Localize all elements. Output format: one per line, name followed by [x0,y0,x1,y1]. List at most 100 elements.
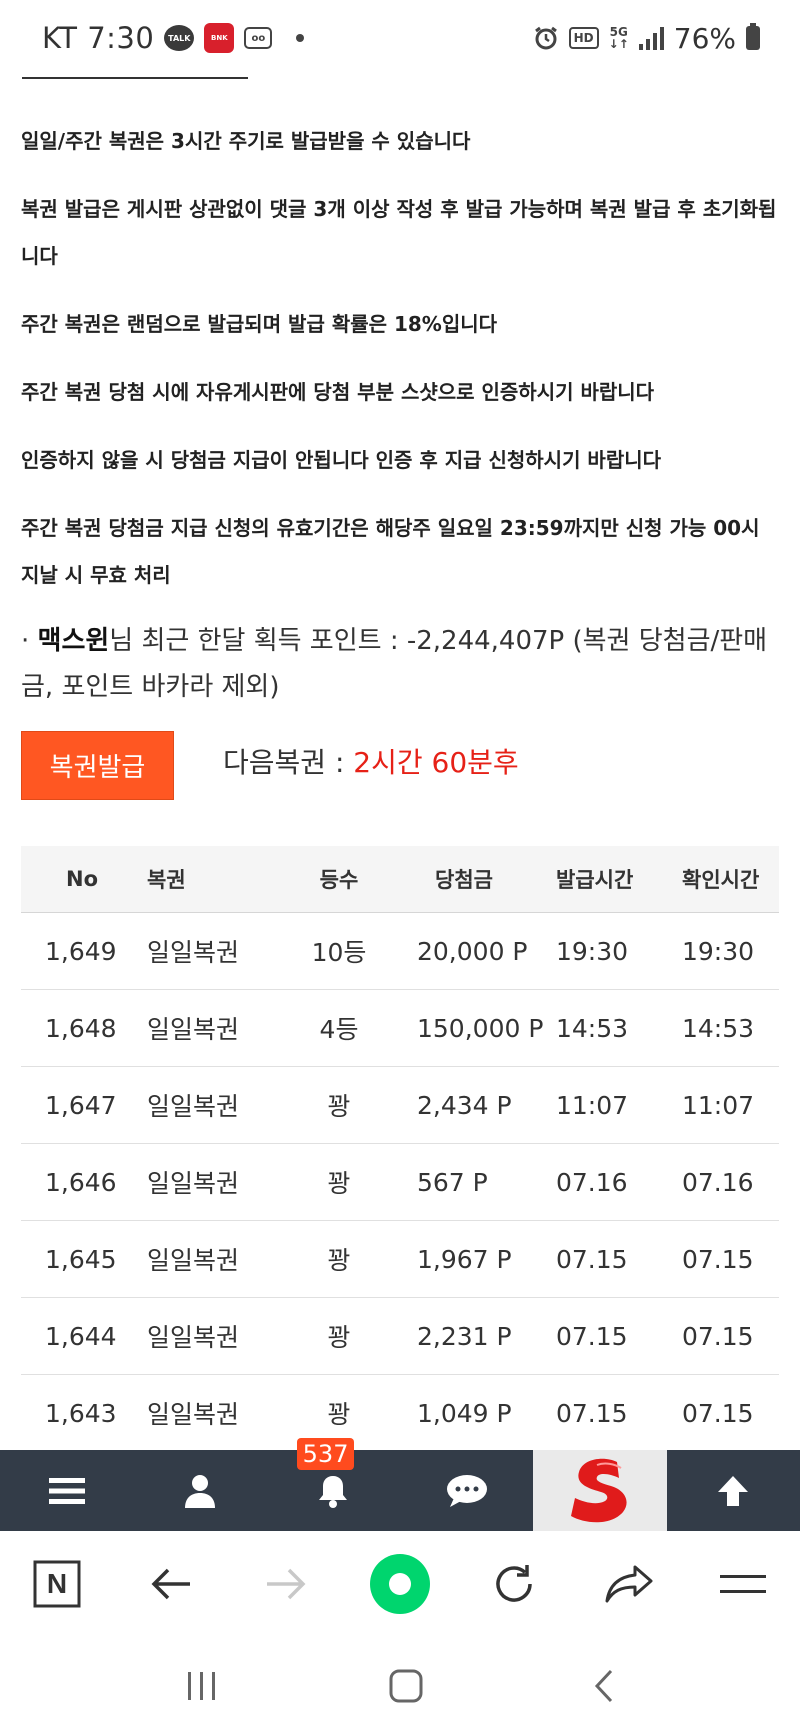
notice-item: 주간 복권 당첨 시에 자유게시판에 당첨 부분 스샷으로 인증하시기 바랍니다 [21,380,655,404]
cell-no: 1,647 [45,1090,117,1120]
site-logo-button[interactable] [533,1450,667,1531]
menu-icon [48,1477,85,1504]
header-divider [22,77,248,79]
cell-issued: 14:53 [556,1013,629,1043]
home-icon[interactable] [389,1669,423,1703]
cell-prize: 1,967 P [417,1244,512,1274]
cell-no: 1,648 [45,1013,117,1043]
cell-no: 1,643 [45,1398,117,1428]
notice-item: 일일/주간 복권은 3시간 주기로 발급받을 수 있습니다 [21,129,471,153]
issue-lottery-button[interactable]: 복권발급 [21,731,174,800]
kakaotalk-icon: TALK [164,25,195,51]
cell-checked: 07.15 [682,1398,754,1428]
next-lottery-label: 다음복권 : [223,746,354,779]
table-row: 1,648 일일복권 4등 150,000 P 14:53 14:53 [21,990,779,1067]
naver-letter: N [47,1568,67,1599]
nav-notifications-button[interactable]: 537 [267,1438,400,1531]
green-dot-icon [369,1554,430,1614]
table-header: No 복권 등수 당첨금 발급시간 확인시간 [21,846,779,913]
battery-icon [746,23,760,50]
table-row: 1,643 일일복권 꽝 1,049 P 07.15 07.15 [21,1375,779,1452]
naver-n-icon: N [33,1560,81,1608]
alarm-icon [534,26,557,50]
battery-percent: 76% [673,21,736,55]
cell-prize: 567 P [417,1167,488,1197]
notice-item: 복권 발급은 게시판 상관없이 댓글 3개 이상 작성 후 발급 가능하며 복권… [21,197,777,268]
col-issued: 발급시간 [556,868,634,892]
nav-menu-button[interactable] [0,1450,133,1531]
notice-item: 주간 복권은 랜덤으로 발급되며 발급 확률은 18%입니다 [21,312,498,336]
cell-no: 1,649 [45,936,117,966]
nav-profile-button[interactable] [133,1450,266,1531]
signal-icon [638,26,664,50]
cell-no: 1,644 [45,1321,117,1351]
cell-checked: 11:07 [682,1090,755,1120]
cell-lottery: 일일복권 [147,1400,240,1429]
cell-lottery: 일일복권 [147,1169,240,1198]
browser-back-button[interactable] [114,1567,228,1601]
status-time: KT 7:30 [42,21,155,55]
bnk-bank-icon: BNK [204,23,235,53]
status-bar: KT 7:30 TALK BNK oo HD 5G ↓↑ 76% [0,0,800,76]
cell-checked: 07.15 [682,1244,754,1274]
col-rank: 등수 [319,868,359,892]
refresh-icon [496,1565,533,1602]
cell-prize: 20,000 P [417,936,528,966]
cell-rank: 꽝 [327,1092,351,1121]
table-row: 1,644 일일복권 꽝 2,231 P 07.15 07.15 [21,1298,779,1375]
naver-home-button[interactable]: N [0,1560,114,1608]
lottery-notices: 일일/주간 복권은 3시간 주기로 발급받을 수 있습니다 복권 발급은 게시판… [21,118,781,620]
col-lottery: 복권 [147,868,186,892]
next-lottery-value: 2시간 60분후 [353,746,519,779]
cell-rank: 꽝 [327,1323,351,1352]
lottery-history-table: No 복권 등수 당첨금 발급시간 확인시간 1,649 일일복권 10등 20… [21,846,779,1452]
cell-prize: 1,049 P [417,1398,512,1428]
forward-arrow-icon [266,1568,306,1600]
5g-icon: 5G ↓↑ [608,25,629,51]
cell-lottery: 일일복권 [147,1323,240,1352]
points-bullet: · [21,626,30,656]
col-prize: 당첨금 [435,868,493,892]
recent-apps-icon[interactable] [185,1670,219,1702]
5g-label: 5G [609,25,628,39]
arrow-up-icon [718,1475,749,1506]
menu-icon [719,1575,766,1593]
cell-issued: 07.16 [556,1167,628,1197]
bell-icon [319,1475,348,1508]
next-lottery-timer: 다음복권 : 2시간 60분후 [223,741,519,781]
site-logo-icon [570,1458,627,1522]
cell-issued: 07.15 [556,1321,628,1351]
cell-checked: 14:53 [682,1013,755,1043]
scroll-top-button[interactable] [667,1450,800,1531]
cell-rank: 꽝 [327,1169,351,1198]
system-back-icon[interactable] [593,1669,615,1703]
browser-menu-button[interactable] [686,1573,800,1595]
cell-issued: 19:30 [556,936,629,966]
browser-refresh-button[interactable] [457,1562,571,1606]
chat-icon [446,1474,487,1507]
cell-rank: 꽝 [327,1400,351,1429]
back-arrow-icon [151,1568,191,1600]
nav-chat-button[interactable] [400,1450,533,1531]
share-icon [605,1565,653,1603]
voicemail-icon: oo [244,27,273,49]
points-username: 맥스윈 [37,626,110,656]
notice-item: 인증하지 않을 시 당첨금 지급이 안됩니다 인증 후 지급 신청하시기 바랍니… [21,448,662,472]
table-row: 1,646 일일복권 꽝 567 P 07.16 07.16 [21,1144,779,1221]
cell-checked: 19:30 [682,936,755,966]
monthly-points: · 맥스윈님 최근 한달 획득 포인트 : -2,244,407P (복권 당첨… [21,618,781,710]
cell-issued: 07.15 [556,1398,628,1428]
cell-rank: 꽝 [327,1246,351,1275]
notification-badge: 537 [296,1438,355,1470]
table-row: 1,645 일일복권 꽝 1,967 P 07.15 07.15 [21,1221,779,1298]
system-nav-bar [0,1637,800,1734]
browser-forward-button[interactable] [229,1567,343,1601]
cell-prize: 150,000 P [417,1013,544,1043]
cell-issued: 11:07 [556,1090,629,1120]
green-dot-button[interactable] [343,1553,457,1615]
app-bottom-nav: 537 [0,1438,800,1531]
user-icon [184,1474,215,1508]
browser-share-button[interactable] [571,1565,685,1603]
cell-checked: 07.16 [682,1167,754,1197]
col-no: No [66,867,99,891]
